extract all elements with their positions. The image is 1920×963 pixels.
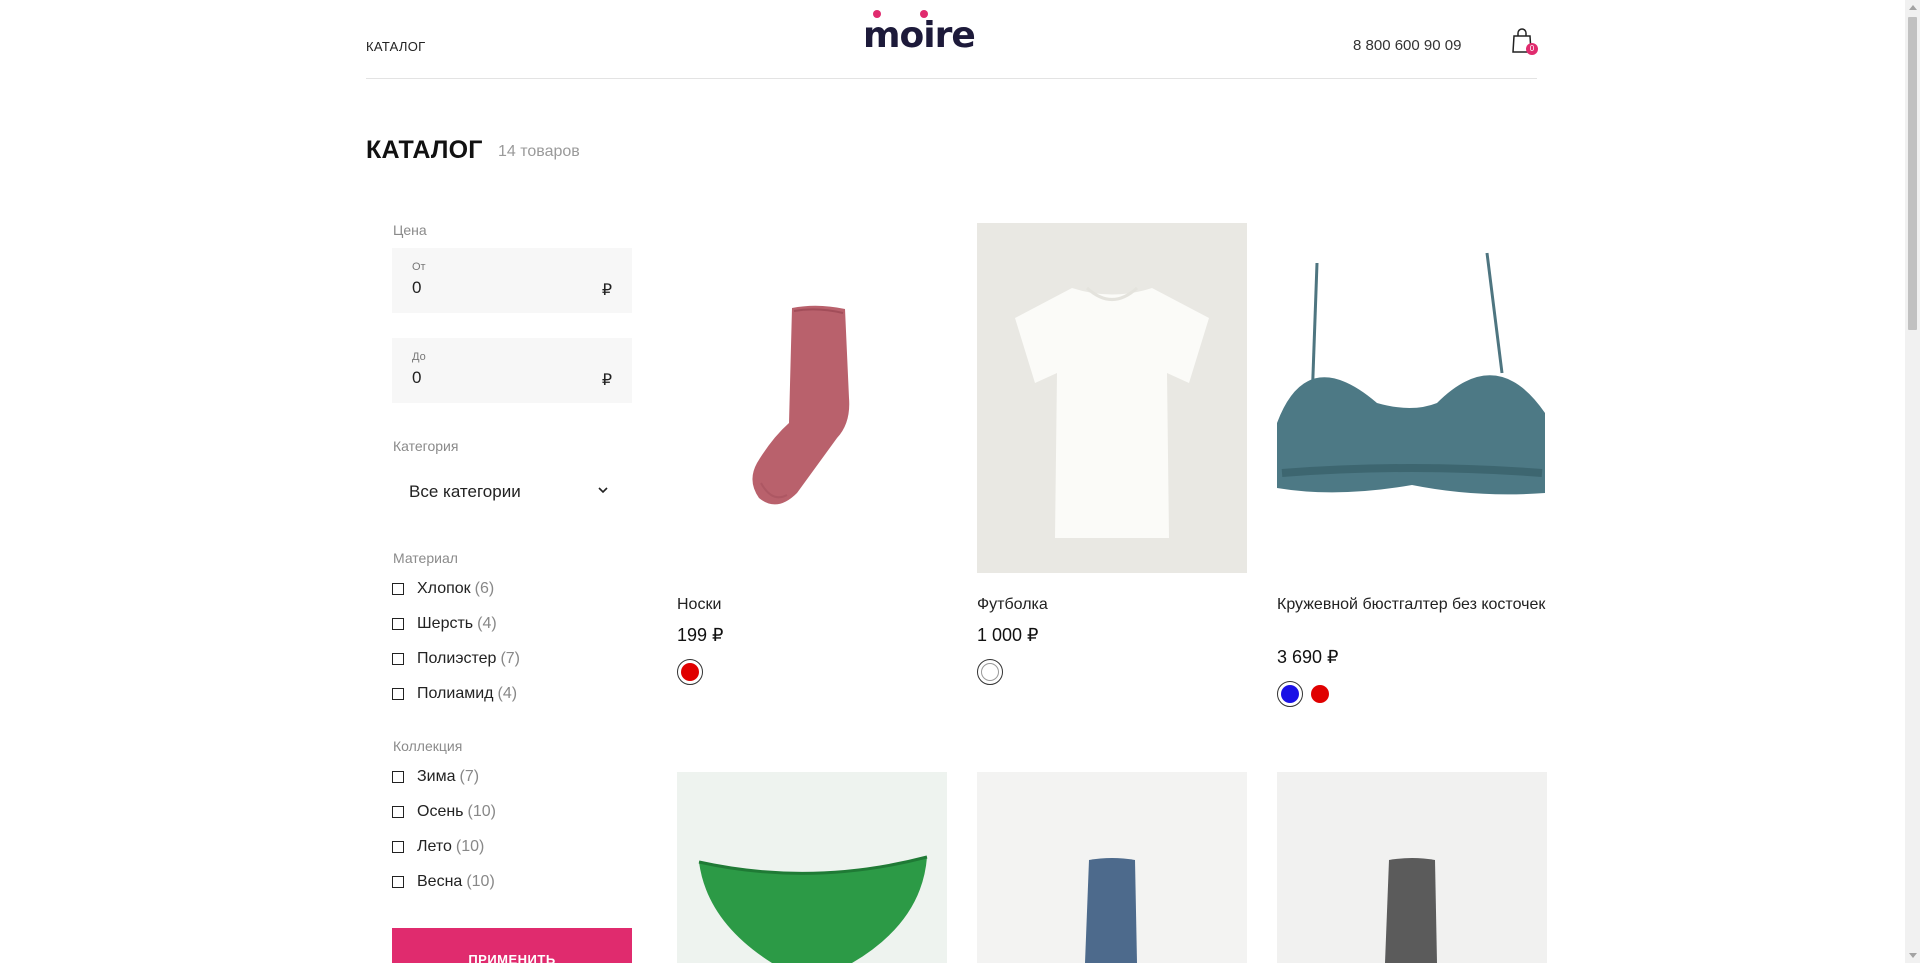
apply-button[interactable]: Применить: [392, 928, 632, 963]
collection-name: Весна: [417, 873, 463, 890]
logo-text: moire: [863, 15, 976, 56]
material-count: (7): [500, 650, 520, 667]
collection-name: Лето: [417, 838, 452, 855]
scroll-down-arrow-icon[interactable]: [1909, 953, 1917, 958]
product-image-sock-grey[interactable]: [1277, 772, 1547, 963]
product-price: 1 000 ₽: [977, 625, 1039, 645]
sock-grey-image: [1385, 858, 1437, 963]
logo-dots-icon: [863, 10, 975, 20]
material-name: Шерсть: [417, 615, 474, 632]
checkbox-box[interactable]: [392, 841, 404, 853]
phone-link[interactable]: 8 800 600 90 09: [1353, 37, 1461, 54]
product-image-sock-blue[interactable]: [977, 772, 1247, 963]
sock-red-image: [752, 305, 850, 505]
material-name: Полиэстер: [417, 650, 497, 667]
logo[interactable]: moire: [863, 10, 976, 56]
material-count: (4): [477, 615, 497, 632]
collection-count: (7): [459, 768, 480, 785]
collection-checkbox[interactable]: Лето (10): [392, 836, 484, 858]
product-image-bra-teal[interactable]: [1277, 223, 1547, 573]
color-swatch[interactable]: [1277, 681, 1303, 707]
price-to-field[interactable]: До ₽: [392, 338, 632, 403]
price-from-caption: От: [412, 261, 426, 273]
price-to-caption: До: [412, 351, 426, 363]
collection-name: Осень: [417, 803, 464, 820]
material-name: Полиамид: [417, 685, 494, 702]
product-image-tshirt-white[interactable]: [977, 223, 1247, 573]
site-header: КАТАЛОГ moire 8 800 600 90 09 0: [366, 0, 1539, 79]
product-image-briefs-green[interactable]: [677, 772, 947, 963]
collection-count: (10): [466, 873, 495, 890]
tshirt-white-image: [1015, 286, 1209, 538]
currency-sign: ₽: [601, 372, 612, 389]
page-title: КАТАЛОГ: [366, 136, 483, 164]
checkbox-box[interactable]: [392, 583, 404, 595]
category-value: Все категории: [409, 482, 521, 501]
checkbox-box[interactable]: [392, 653, 404, 665]
scrollbar[interactable]: [1905, 0, 1920, 963]
bra-teal-image: [1277, 252, 1545, 495]
price-from-field[interactable]: От ₽: [392, 248, 632, 313]
collection-count: (10): [455, 838, 485, 855]
material-checkbox[interactable]: Полиэстер (7): [392, 648, 520, 670]
material-label: Материал: [393, 550, 458, 566]
collection-checkbox[interactable]: Осень (10): [392, 801, 496, 823]
briefs-green-image: [698, 855, 928, 963]
material-checkbox[interactable]: Хлопок (6): [392, 578, 494, 600]
page: КАТАЛОГ moire 8 800 600 90 09 0 КАТАЛОГ …: [0, 0, 1905, 963]
product-price: 3 690 ₽: [1277, 647, 1339, 667]
checkbox-box[interactable]: [392, 618, 404, 630]
scrollbar-thumb[interactable]: [1908, 17, 1917, 330]
currency-sign: ₽: [601, 282, 612, 299]
color-swatches: [977, 659, 1003, 685]
collection-name: Зима: [417, 768, 456, 785]
checkbox-box[interactable]: [392, 806, 404, 818]
cart-button[interactable]: 0: [1511, 28, 1539, 58]
nav-catalog-link[interactable]: КАТАЛОГ: [366, 39, 425, 54]
category-select[interactable]: Все категории: [392, 469, 632, 513]
price-from-input[interactable]: [412, 278, 582, 298]
collection-count: (10): [467, 803, 496, 820]
color-swatch[interactable]: [677, 659, 703, 685]
category-label: Категория: [393, 438, 459, 454]
material-checkbox[interactable]: Шерсть (4): [392, 613, 497, 635]
product-price: 199 ₽: [677, 625, 724, 645]
collection-checkbox[interactable]: Зима (7): [392, 766, 479, 788]
price-to-input[interactable]: [412, 368, 582, 388]
checkbox-box[interactable]: [392, 876, 404, 888]
color-swatch[interactable]: [1307, 681, 1333, 707]
material-count: (6): [474, 580, 495, 597]
product-name[interactable]: Футболка: [977, 594, 1247, 616]
color-swatches: [1277, 681, 1333, 707]
checkbox-box[interactable]: [392, 688, 404, 700]
scroll-up-arrow-icon[interactable]: [1909, 5, 1917, 10]
product-name[interactable]: Кружевной бюстгалтер без косточек: [1277, 594, 1547, 616]
price-label: Цена: [393, 222, 427, 238]
color-swatch[interactable]: [977, 659, 1003, 685]
product-image-sock-red[interactable]: [677, 223, 947, 573]
material-checkbox[interactable]: Полиамид (4): [392, 683, 517, 705]
material-count: (4): [497, 685, 518, 702]
material-name: Хлопок: [417, 580, 471, 597]
cart-count-badge: 0: [1526, 43, 1538, 55]
collection-checkbox[interactable]: Весна (10): [392, 871, 495, 893]
product-count: 14 товаров: [498, 143, 580, 160]
product-name[interactable]: Носки: [677, 594, 947, 616]
collection-label: Коллекция: [393, 738, 463, 754]
checkbox-box[interactable]: [392, 771, 404, 783]
sock-blue-image: [1085, 858, 1137, 963]
color-swatches: [677, 659, 703, 685]
chevron-down-icon: [598, 487, 608, 494]
